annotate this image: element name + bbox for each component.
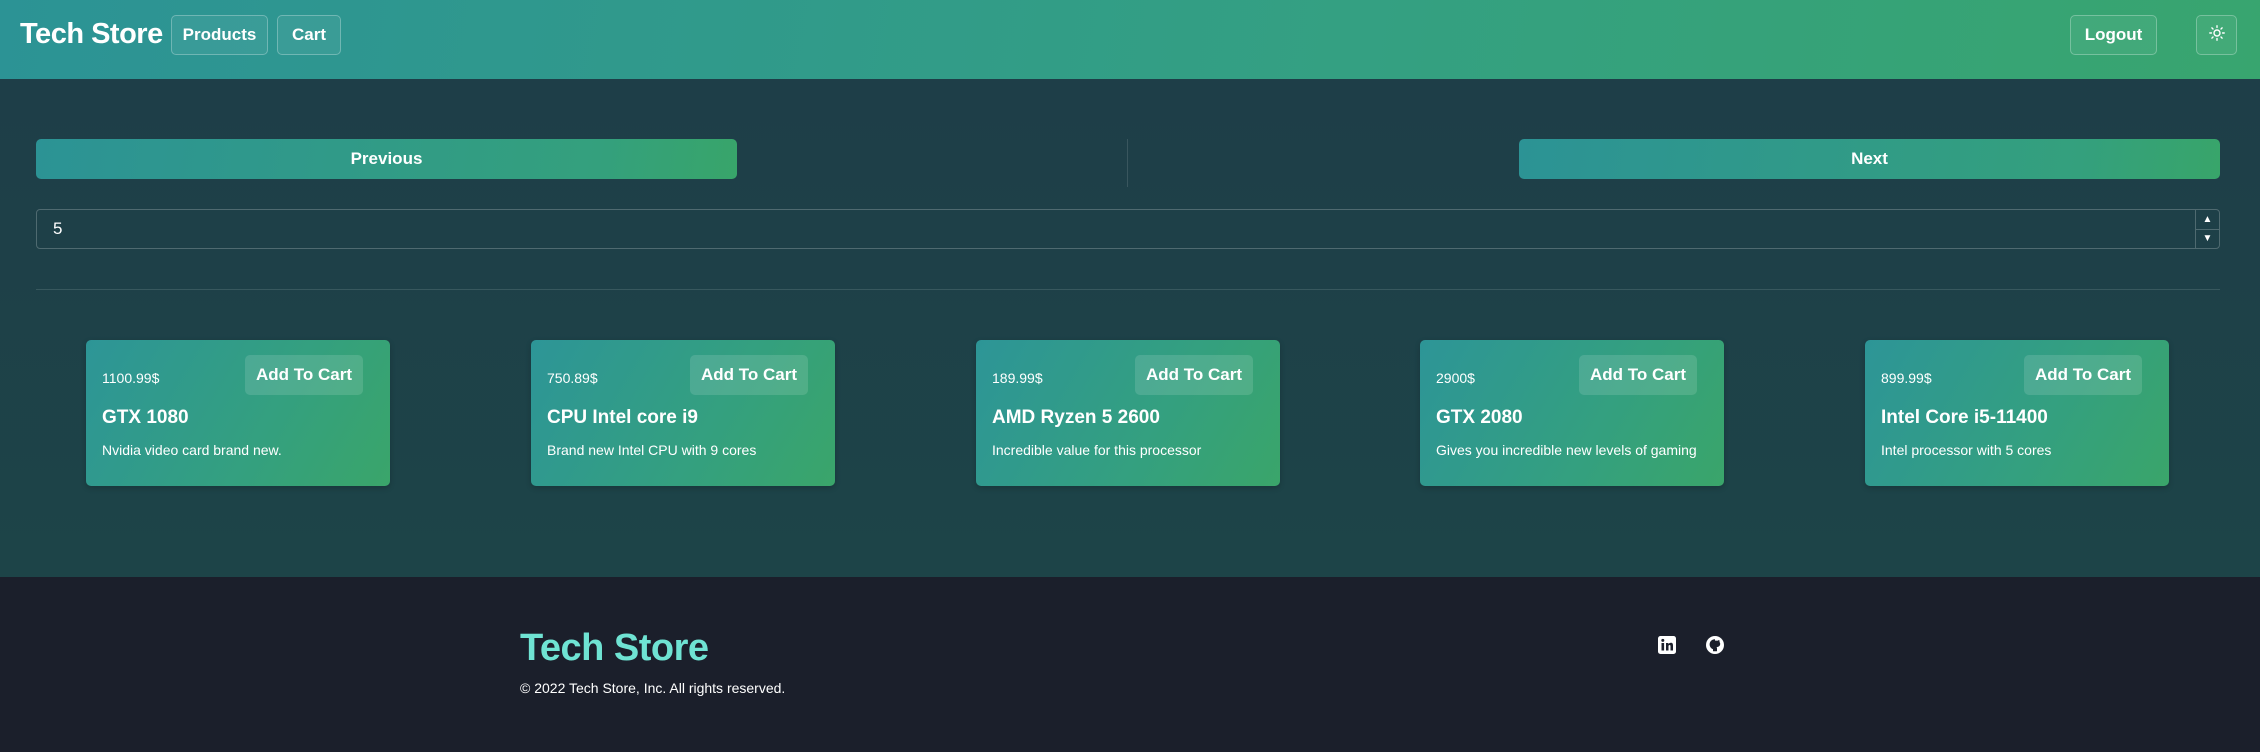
product-card: 189.99$ Add To Cart AMD Ryzen 5 2600 Inc… bbox=[976, 340, 1280, 486]
pager-divider bbox=[1127, 139, 1128, 187]
product-description: Incredible value for this processor bbox=[992, 442, 1202, 458]
footer-brand: Tech Store bbox=[520, 627, 709, 669]
product-description: Intel processor with 5 cores bbox=[1881, 442, 2052, 458]
product-title: GTX 1080 bbox=[102, 407, 189, 428]
product-title: Intel Core i5-11400 bbox=[1881, 407, 2048, 428]
add-to-cart-button[interactable]: Add To Cart bbox=[1135, 355, 1253, 395]
product-title: GTX 2080 bbox=[1436, 407, 1523, 428]
product-title: CPU Intel core i9 bbox=[547, 407, 698, 428]
stepper-up-icon[interactable]: ▲ bbox=[2196, 210, 2219, 230]
footer-copyright: © 2022 Tech Store, Inc. All rights reser… bbox=[520, 680, 786, 696]
logout-button[interactable]: Logout bbox=[2070, 15, 2157, 55]
product-card: 750.89$ Add To Cart CPU Intel core i9 Br… bbox=[531, 340, 835, 486]
product-title: AMD Ryzen 5 2600 bbox=[992, 407, 1160, 428]
product-card: 899.99$ Add To Cart Intel Core i5-11400 … bbox=[1865, 340, 2169, 486]
nav-products-button[interactable]: Products bbox=[171, 15, 268, 55]
product-price: 2900$ bbox=[1436, 370, 1475, 386]
product-card: 2900$ Add To Cart GTX 2080 Gives you inc… bbox=[1420, 340, 1724, 486]
product-price: 750.89$ bbox=[547, 370, 598, 386]
github-icon[interactable] bbox=[1704, 634, 1726, 656]
product-description: Gives you incredible new levels of gamin… bbox=[1436, 442, 1697, 458]
product-description: Brand new Intel CPU with 9 cores bbox=[547, 442, 757, 458]
page-size-value: 5 bbox=[53, 219, 63, 238]
next-button[interactable]: Next bbox=[1519, 139, 2220, 179]
product-price: 1100.99$ bbox=[102, 370, 160, 386]
stepper-down-icon[interactable]: ▼ bbox=[2196, 230, 2219, 249]
product-description: Nvidia video card brand new. bbox=[102, 442, 282, 458]
sun-icon bbox=[2208, 24, 2225, 46]
product-price: 899.99$ bbox=[1881, 370, 1932, 386]
quantity-stepper[interactable]: ▲ ▼ bbox=[2195, 210, 2219, 248]
previous-button[interactable]: Previous bbox=[36, 139, 737, 179]
linkedin-icon[interactable] bbox=[1656, 634, 1678, 656]
section-divider bbox=[36, 289, 2220, 290]
top-navbar: Tech Store Products Cart Logout bbox=[0, 0, 2260, 79]
add-to-cart-button[interactable]: Add To Cart bbox=[690, 355, 808, 395]
main-content: Previous Next 5 ▲ ▼ 1100.99$ Add To Cart… bbox=[0, 79, 2260, 577]
brand-logo[interactable]: Tech Store bbox=[20, 18, 163, 51]
page-size-input[interactable]: 5 ▲ ▼ bbox=[36, 209, 2220, 249]
add-to-cart-button[interactable]: Add To Cart bbox=[1579, 355, 1697, 395]
product-price: 189.99$ bbox=[992, 370, 1043, 386]
nav-cart-button[interactable]: Cart bbox=[277, 15, 341, 55]
add-to-cart-button[interactable]: Add To Cart bbox=[2024, 355, 2142, 395]
theme-toggle-button[interactable] bbox=[2196, 15, 2237, 55]
product-card: 1100.99$ Add To Cart GTX 1080 Nvidia vid… bbox=[86, 340, 390, 486]
add-to-cart-button[interactable]: Add To Cart bbox=[245, 355, 363, 395]
footer: Tech Store © 2022 Tech Store, Inc. All r… bbox=[0, 577, 2260, 752]
